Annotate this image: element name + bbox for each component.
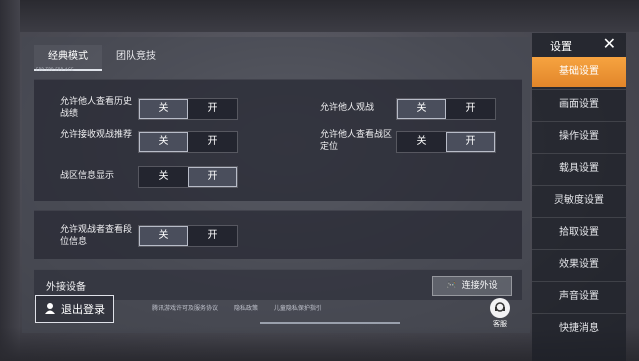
customer-service-label: 客服 [493,320,507,328]
spectate-recommend-off[interactable]: 关 [139,132,188,152]
connect-device-button[interactable]: 🎮 连接外设 [432,276,512,296]
history-record-toggle: 关 开 [138,98,238,120]
customer-service-button[interactable]: 客服 [487,298,513,329]
sidebar-item-basic[interactable]: 基础设置 [532,57,626,87]
allow-spectate-toggle: 关 开 [396,98,496,120]
settings-sidebar: 设置 ✕ 基础设置 画面设置 操作设置 载具设置 灵敏度设置 拾取设置 效果设置… [532,33,626,361]
region-locate-label: 允许他人查看战区定位 [320,130,393,152]
user-icon [44,302,56,317]
history-record-on[interactable]: 开 [188,99,237,119]
tab-caption: FPP TPP FPP ACE [36,67,74,72]
sidebar-header: 设置 ✕ [532,33,626,57]
sidebar-item-controls[interactable]: 操作设置 [532,121,626,152]
external-device-label: 外接设备 [46,282,86,293]
spectate-recommend-label: 允许接收观战推荐 [60,130,133,140]
sidebar-item-vehicle[interactable]: 载具设置 [532,153,626,184]
gamepad-icon: 🎮 [446,281,458,291]
link-service-agreement[interactable]: 腾讯游戏许可及服务协议 [152,305,218,312]
allow-spectate-on[interactable]: 开 [446,99,495,119]
sidebar-item-sensitivity[interactable]: 灵敏度设置 [532,185,626,216]
spectator-rank-toggle: 关 开 [138,225,238,247]
footer-links: 腾讯游戏许可及服务协议 隐私政策 儿童隐私保护指引 [152,303,336,312]
headset-icon [490,298,510,318]
history-record-label: 允许他人查看历史战绩 [60,97,133,119]
spectator-rank-label: 允许观战者查看段位信息 [60,225,133,247]
privacy-section: 允许他人查看历史战绩 关 开 允许他人观战 关 开 允许接收观战推荐 关 开 允… [34,79,522,201]
region-display-on[interactable]: 开 [188,167,237,187]
spectate-recommend-on[interactable]: 开 [188,132,237,152]
horizontal-scrollbar[interactable] [260,322,400,324]
sidebar-title: 设置 [550,40,572,53]
link-child-privacy[interactable]: 儿童隐私保护指引 [274,305,322,312]
history-record-off[interactable]: 关 [139,99,188,119]
spectator-rank-on[interactable]: 开 [188,226,237,246]
sidebar-item-graphics[interactable]: 画面设置 [532,89,626,120]
spectate-recommend-toggle: 关 开 [138,131,238,153]
logout-label: 退出登录 [61,303,105,316]
tab-team-deathmatch[interactable]: 团队竞技 [102,45,170,69]
region-display-off[interactable]: 关 [139,167,188,187]
sidebar-item-sound[interactable]: 声音设置 [532,281,626,312]
sidebar-item-quick-message[interactable]: 快捷消息 [532,313,626,344]
sidebar-item-pickup[interactable]: 拾取设置 [532,217,626,248]
spectator-section: 允许观战者查看段位信息 关 开 [34,210,522,259]
logout-button[interactable]: 退出登录 [35,295,114,323]
region-locate-on[interactable]: 开 [446,132,495,152]
frame-left [0,0,20,361]
close-icon[interactable]: ✕ [603,34,616,53]
sidebar-item-effects[interactable]: 效果设置 [532,249,626,280]
region-locate-toggle: 关 开 [396,131,496,153]
frame-top [0,0,639,32]
settings-panel: 经典模式 团队竞技 FPP TPP FPP ACE 允许他人查看历史战绩 关 开… [22,37,530,333]
link-privacy-policy[interactable]: 隐私政策 [234,305,258,312]
connect-device-label: 连接外设 [461,281,498,291]
region-display-label: 战区信息显示 [60,171,115,181]
region-locate-off[interactable]: 关 [397,132,446,152]
allow-spectate-label: 允许他人观战 [320,103,375,113]
region-display-toggle: 关 开 [138,166,238,188]
spectator-rank-off[interactable]: 关 [139,226,188,246]
allow-spectate-off[interactable]: 关 [397,99,446,119]
